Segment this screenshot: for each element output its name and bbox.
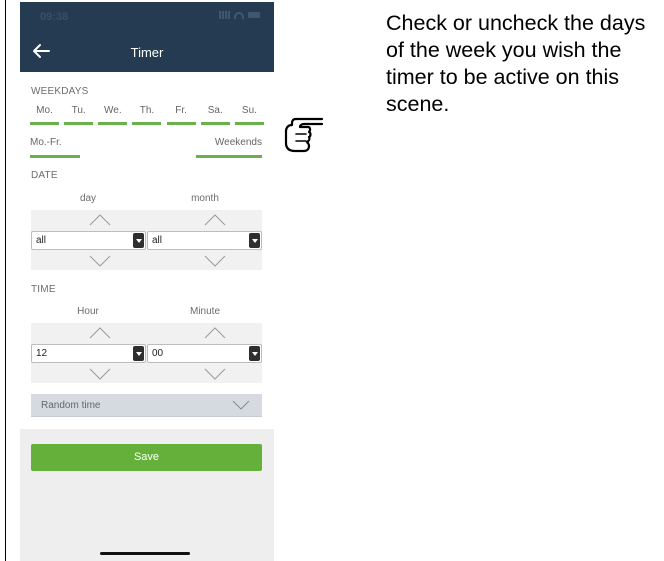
random-time-label: Random time xyxy=(41,400,101,411)
day-toggle-fr[interactable]: Fr. xyxy=(166,105,196,125)
month-decrement-button[interactable] xyxy=(204,255,226,267)
minute-select[interactable]: 00 xyxy=(147,344,262,363)
chevron-down-icon xyxy=(204,368,226,380)
day-column-label: day xyxy=(79,193,97,204)
chevron-up-icon xyxy=(204,214,226,226)
signal-icon xyxy=(218,11,230,19)
chevron-down-icon xyxy=(232,400,254,412)
footer-area: Save xyxy=(20,429,274,561)
month-increment-button[interactable] xyxy=(204,214,226,226)
weekdays-label: WEEKDAYS xyxy=(31,86,89,97)
day-select[interactable]: all xyxy=(31,231,146,250)
minute-column-label: Minute xyxy=(189,306,220,317)
minute-decrement-button[interactable] xyxy=(204,368,226,380)
weekdays-preset-button[interactable]: Mo.-Fr. xyxy=(30,137,80,158)
time-label: TIME xyxy=(31,284,56,295)
day-toggle-mo[interactable]: Mo. xyxy=(30,105,59,125)
date-picker: all all xyxy=(31,210,262,270)
chevron-up-icon xyxy=(89,214,111,226)
instruction-text: Check or uncheck the days of the week yo… xyxy=(386,11,646,116)
day-decrement-button[interactable] xyxy=(89,255,111,267)
dropdown-arrow-icon xyxy=(133,346,144,361)
hour-decrement-button[interactable] xyxy=(89,368,111,380)
dropdown-arrow-icon xyxy=(133,233,144,248)
day-select-value: all xyxy=(36,235,47,246)
chevron-down-icon xyxy=(89,255,111,267)
chevron-down-icon xyxy=(89,368,111,380)
month-select-value: all xyxy=(152,235,163,246)
save-button[interactable]: Save xyxy=(31,444,262,471)
day-toggle-tu[interactable]: Tu. xyxy=(64,105,94,125)
hour-column-label: Hour xyxy=(77,306,99,317)
page-left-rule xyxy=(5,0,6,561)
home-indicator[interactable] xyxy=(100,552,190,555)
chevron-down-icon xyxy=(204,255,226,267)
day-toggle-we[interactable]: We. xyxy=(98,105,128,125)
day-increment-button[interactable] xyxy=(89,214,111,226)
status-icons xyxy=(218,11,260,19)
dropdown-arrow-icon xyxy=(249,346,260,361)
hour-select[interactable]: 12 xyxy=(31,344,146,363)
status-time: 09:38 xyxy=(40,11,69,23)
chevron-up-icon xyxy=(204,327,226,339)
app-bar: Timer xyxy=(20,32,274,72)
random-time-dropdown[interactable]: Random time xyxy=(31,394,262,417)
minute-select-value: 00 xyxy=(152,348,164,359)
month-select[interactable]: all xyxy=(147,231,262,250)
time-picker: 12 00 xyxy=(31,323,262,383)
month-column-label: month xyxy=(191,193,219,204)
chevron-up-icon xyxy=(89,327,111,339)
battery-icon xyxy=(248,12,260,18)
weekends-preset-button[interactable]: Weekends xyxy=(196,137,262,158)
wifi-icon xyxy=(234,11,244,19)
pointing-hand-icon xyxy=(284,117,324,153)
hour-select-value: 12 xyxy=(36,348,48,359)
weekday-toggles: Mo. Tu. We. Th. Fr. Sa. Su. xyxy=(30,105,264,125)
dropdown-arrow-icon xyxy=(249,233,260,248)
day-toggle-su[interactable]: Su. xyxy=(234,105,264,125)
minute-increment-button[interactable] xyxy=(204,327,226,339)
day-toggle-th[interactable]: Th. xyxy=(132,105,162,125)
status-bar: 09:38 xyxy=(20,2,274,32)
page-title: Timer xyxy=(130,45,164,60)
date-label: DATE xyxy=(31,170,58,181)
day-toggle-sa[interactable]: Sa. xyxy=(200,105,230,125)
phone-screen: 09:38 Timer WEEKDAYS Mo. Tu. We. Th. Fr.… xyxy=(20,2,274,561)
hour-increment-button[interactable] xyxy=(89,327,111,339)
